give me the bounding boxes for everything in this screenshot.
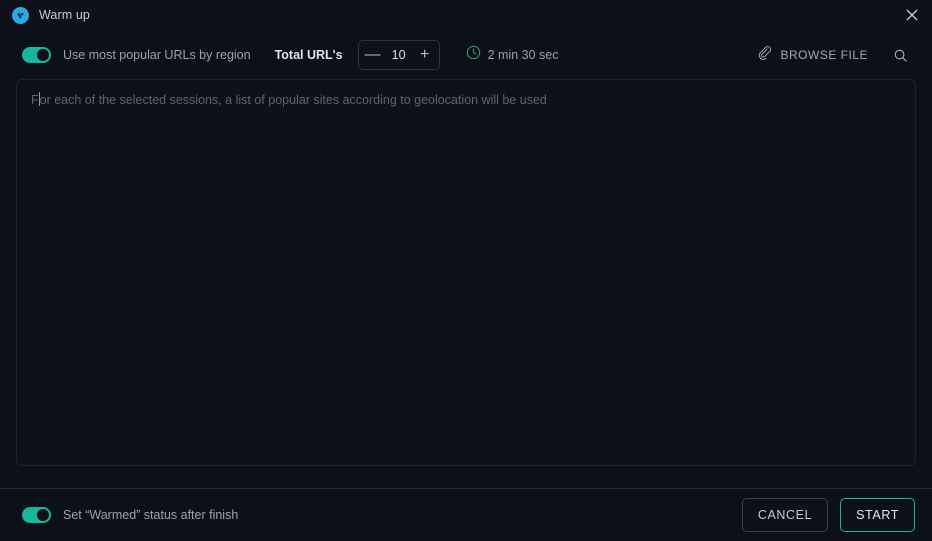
title-bar: Warm up <box>0 0 932 31</box>
cancel-button[interactable]: CANCEL <box>741 498 829 532</box>
placeholder-head: F <box>31 93 39 107</box>
decrement-button[interactable]: — <box>361 42 385 68</box>
total-urls-stepper: — 10 + <box>357 40 440 70</box>
warmed-status-label: Set “Warmed” status after finish <box>63 508 239 522</box>
clock-icon <box>466 45 481 65</box>
title-bar-left: Warm up <box>12 6 90 24</box>
close-icon[interactable] <box>900 3 924 27</box>
urls-textarea[interactable]: For each of the selected sessions, a lis… <box>16 79 916 466</box>
total-urls-label: Total URL's <box>274 48 343 62</box>
globe-swoosh-icon <box>12 6 29 24</box>
duration-indicator: 2 min 30 sec <box>466 45 559 65</box>
footer-actions: CANCEL START <box>741 498 915 532</box>
duration-text: 2 min 30 sec <box>487 48 559 62</box>
browse-file-button[interactable]: BROWSE FILE <box>757 45 868 65</box>
warmed-status-toggle[interactable] <box>22 507 51 523</box>
toolbar: Use most popular URLs by region Total UR… <box>0 31 932 79</box>
start-button[interactable]: START <box>840 498 915 532</box>
browse-file-label: BROWSE FILE <box>780 48 868 62</box>
search-icon[interactable] <box>888 43 912 67</box>
dialog-body: For each of the selected sessions, a lis… <box>0 79 932 488</box>
paperclip-icon <box>757 45 772 65</box>
window-title: Warm up <box>39 8 90 22</box>
total-urls-value[interactable]: 10 <box>387 48 411 62</box>
increment-button[interactable]: + <box>413 42 437 68</box>
dialog-footer: Set “Warmed” status after finish CANCEL … <box>0 488 932 541</box>
text-caret <box>38 92 40 106</box>
popular-urls-toggle-label: Use most popular URLs by region <box>63 48 251 62</box>
urls-placeholder: For each of the selected sessions, a lis… <box>31 90 901 109</box>
placeholder-tail: or each of the selected sessions, a list… <box>39 93 547 107</box>
warm-up-dialog: Warm up Use most popular URLs by region … <box>0 0 932 541</box>
popular-urls-toggle[interactable] <box>22 47 51 63</box>
